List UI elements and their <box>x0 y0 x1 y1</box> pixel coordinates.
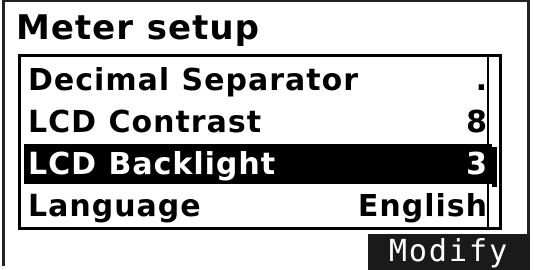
scrollbar[interactable] <box>487 57 499 227</box>
list-item-label: LCD Backlight <box>28 146 277 182</box>
page-title: Meter setup <box>16 8 260 48</box>
modify-softkey[interactable]: Modify <box>368 234 530 270</box>
list-item-value: 8 <box>466 104 488 140</box>
scrollbar-thumb[interactable] <box>492 147 497 187</box>
settings-list: Decimal Separator . LCD Contrast 8 LCD B… <box>18 54 502 230</box>
list-item-decimal-separator[interactable]: Decimal Separator . <box>24 60 492 100</box>
list-item-label: Language <box>28 188 202 224</box>
list-item-label: LCD Contrast <box>28 104 263 140</box>
list-item-lcd-contrast[interactable]: LCD Contrast 8 <box>24 102 492 142</box>
list-item-value: 3 <box>466 146 488 182</box>
list-item-lcd-backlight[interactable]: LCD Backlight 3 <box>24 144 492 184</box>
list-item-label: Decimal Separator <box>28 62 360 98</box>
list-item-language[interactable]: Language English <box>24 186 492 226</box>
list-item-value: English <box>357 188 488 224</box>
lcd-screen: Meter setup Decimal Separator . LCD Cont… <box>0 0 534 270</box>
